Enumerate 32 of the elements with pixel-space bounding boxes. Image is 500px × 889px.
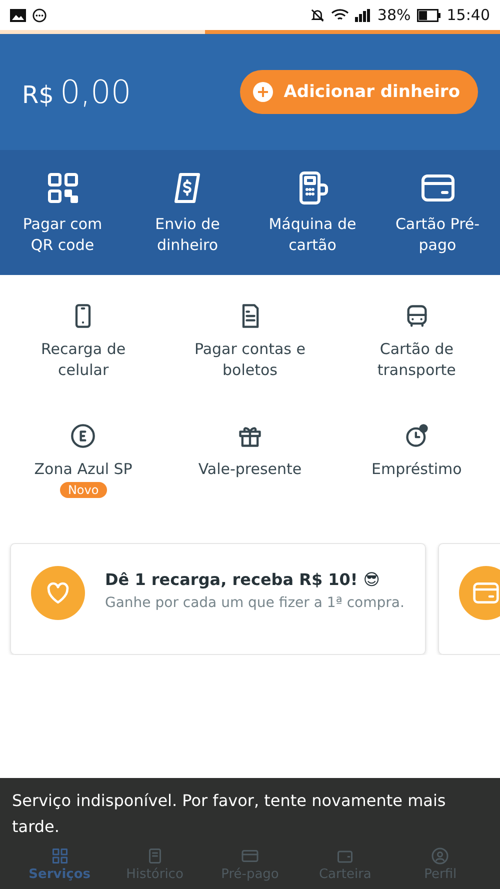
quick-action[interactable]: Envio de dinheiro bbox=[125, 170, 250, 256]
currency-symbol: R$ bbox=[22, 81, 54, 109]
service-item[interactable]: Zona Azul SP Novo bbox=[0, 423, 167, 513]
promo-card[interactable] bbox=[438, 543, 500, 655]
service-item[interactable]: Recarga de celular bbox=[0, 303, 167, 393]
quick-action[interactable]: Pagar com QR code bbox=[0, 170, 125, 256]
wifi-icon bbox=[331, 8, 350, 22]
letter-e-circle-icon bbox=[70, 423, 96, 449]
service-item[interactable]: Vale-presente bbox=[166, 423, 334, 513]
signal-icon bbox=[355, 8, 372, 22]
muted-icon bbox=[310, 8, 326, 22]
quick-action[interactable]: Cartão Pré-pago bbox=[375, 170, 500, 256]
chat-bubble-icon bbox=[32, 8, 47, 22]
battery-icon bbox=[416, 8, 441, 22]
promo-title: Dê 1 recarga, receba R$ 10! 😎 bbox=[105, 570, 381, 589]
service-item[interactable]: Empréstimo bbox=[333, 423, 500, 513]
service-item[interactable]: Pagar contas e boletos bbox=[166, 303, 334, 393]
promo-card[interactable]: Dê 1 recarga, receba R$ 10! 😎 Ganhe por cada um que fizer a 1ª compra. bbox=[10, 543, 426, 655]
clock-time: 15:40 bbox=[446, 6, 490, 24]
battery-percent: 38% bbox=[377, 6, 411, 24]
new-badge: Novo bbox=[60, 482, 107, 498]
promo-subtitle: Ganhe por cada um que fizer a 1ª compra. bbox=[105, 595, 404, 611]
snackbar-message: Serviço indisponível. Por favor, tente novamente mais tarde. bbox=[12, 790, 447, 838]
plus-icon bbox=[252, 81, 274, 103]
clock-icon bbox=[404, 423, 430, 449]
quick-action[interactable]: Máquina de cartão bbox=[250, 170, 375, 256]
service-item[interactable]: Cartão de transporte bbox=[333, 303, 500, 393]
grid-icon bbox=[50, 847, 69, 865]
image-icon bbox=[10, 8, 26, 22]
credit-card-icon bbox=[240, 847, 259, 865]
profile-icon bbox=[431, 847, 450, 865]
balance-amount: 0,00 bbox=[60, 73, 132, 111]
